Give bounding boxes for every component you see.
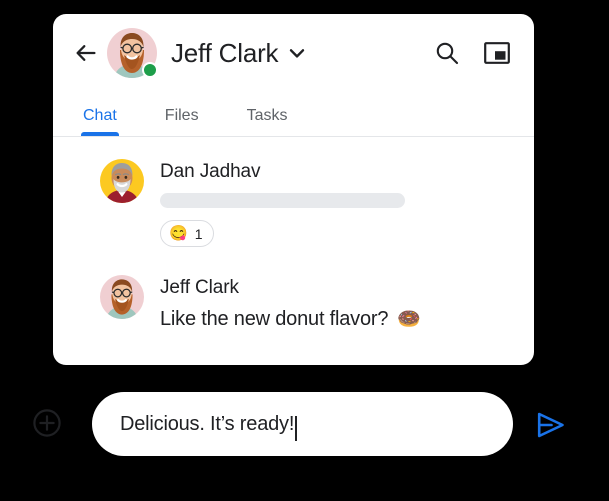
presence-indicator-online xyxy=(142,62,158,78)
message-text: Like the new donut flavor? xyxy=(160,308,389,330)
message-input-value: Delicious. It’s ready! xyxy=(120,412,295,435)
tab-tasks-label: Tasks xyxy=(246,107,288,124)
search-icon xyxy=(434,40,460,66)
message-item: Dan Jadhav 😋 1 xyxy=(53,159,534,247)
message-body: Jeff Clark Like the new donut flavor? 🍩 xyxy=(160,275,512,333)
page-title: Jeff Clark xyxy=(171,37,279,68)
message-author: Jeff Clark xyxy=(160,277,239,298)
chevron-down-icon[interactable] xyxy=(284,40,310,66)
avatar[interactable] xyxy=(107,28,158,78)
picture-in-picture-icon xyxy=(484,42,510,64)
message-body: Dan Jadhav 😋 1 xyxy=(160,159,512,247)
chat-header: Jeff Clark xyxy=(53,14,534,92)
avatar[interactable] xyxy=(100,159,144,203)
avatar-image-dan-jadhav xyxy=(100,159,144,203)
message-text-row: Like the new donut flavor? 🍩 xyxy=(160,306,512,333)
doughnut-emoji: 🍩 xyxy=(397,309,421,330)
avatar[interactable] xyxy=(100,275,144,319)
tab-chat[interactable]: Chat xyxy=(81,107,119,136)
tab-bar: Chat Files Tasks xyxy=(53,92,534,137)
tab-tasks[interactable]: Tasks xyxy=(247,107,288,136)
message-item: Jeff Clark Like the new donut flavor? 🍩 xyxy=(53,275,534,333)
send-icon xyxy=(536,411,566,439)
face-savoring-food-emoji: 😋 xyxy=(169,225,188,242)
composer-bar: Delicious. It’s ready! xyxy=(0,392,609,458)
plus-circle-icon xyxy=(32,408,62,438)
reaction-chip[interactable]: 😋 1 xyxy=(160,220,215,247)
avatar-image-jeff-clark xyxy=(100,275,144,319)
add-attachment-button[interactable] xyxy=(30,406,64,440)
chat-card: Jeff Clark Chat Files Tasks Dan Jadhav 😋… xyxy=(53,14,534,365)
search-button[interactable] xyxy=(430,36,464,70)
back-button[interactable] xyxy=(71,38,101,68)
message-author: Dan Jadhav xyxy=(160,161,261,182)
message-input[interactable]: Delicious. It’s ready! xyxy=(92,392,513,456)
message-placeholder-bar xyxy=(160,193,405,208)
tab-files-label: Files xyxy=(164,107,199,124)
text-caret xyxy=(295,415,298,441)
app-root: Jeff Clark Chat Files Tasks Dan Jadhav 😋… xyxy=(0,0,609,501)
tab-chat-label: Chat xyxy=(83,107,117,124)
message-list: Dan Jadhav 😋 1 Jeff Clark Like the new d… xyxy=(53,137,534,333)
tab-files[interactable]: Files xyxy=(165,107,199,136)
reaction-count: 1 xyxy=(194,225,203,242)
send-button[interactable] xyxy=(533,407,569,443)
picture-in-picture-button[interactable] xyxy=(480,36,514,70)
